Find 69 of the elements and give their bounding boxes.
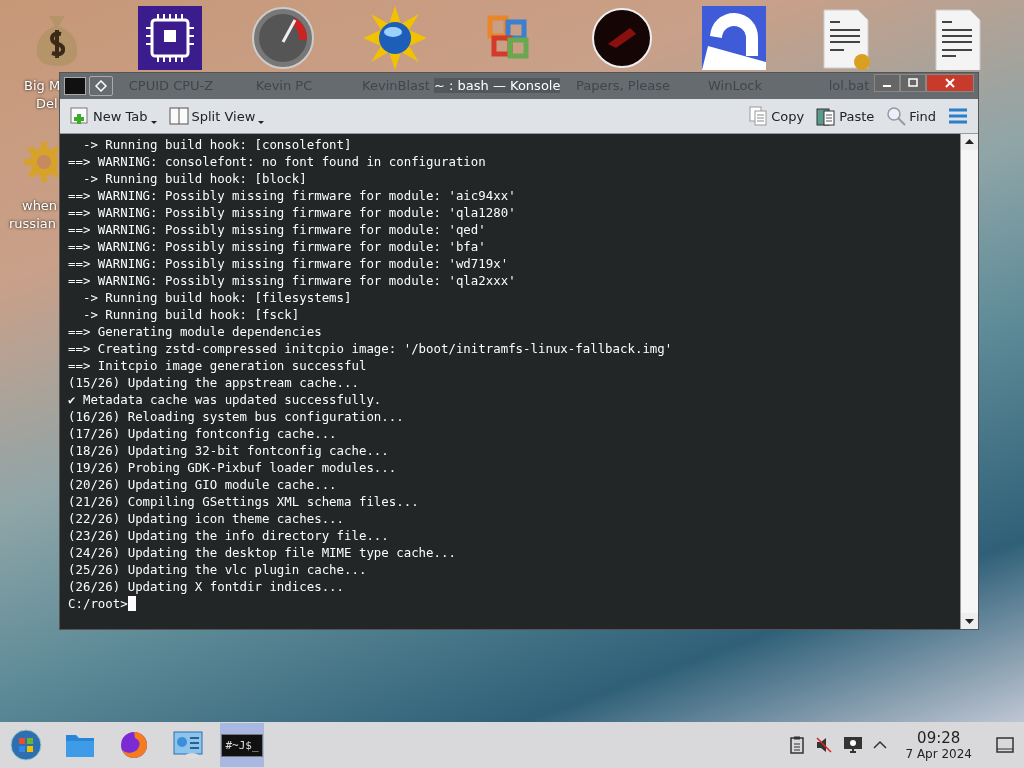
clock[interactable]: 09:28 7 Apr 2024 [905,729,972,761]
folder-icon [65,732,95,758]
terminal-line: -> Running build hook: [fsck] [81,306,301,323]
icon-label: russian [9,216,56,231]
minimize-button[interactable] [874,74,900,92]
monitor-icon[interactable] [843,736,864,754]
terminal-line: -> Running build hook: [filesystems] [81,289,353,306]
terminal-line: (17/26) Updating fontconfig cache... [68,425,338,442]
paste-icon [816,106,837,126]
show-desktop-icon[interactable] [996,737,1014,753]
split-view-icon [168,107,189,125]
terminal-line: ==> WARNING: Possibly missing firmware for module: 'qla1280' [68,204,517,221]
clipboard-icon[interactable] [789,736,806,754]
new-tab-icon [70,107,90,125]
terminal-line: (18/26) Updating 32-bit fontconfig cache... [68,442,390,459]
minimize-icon [883,85,891,87]
toolbar-button[interactable]: Copy [744,104,809,128]
terminal-line: ==> Creating zstd-compressed initcpio image: '/boot/initramfs-linux-fallback.img' [68,340,674,357]
terminal-line: ==> WARNING: consolefont: no font found in configuration [68,153,487,170]
terminal-line: (15/26) Updating the appstream cache... [68,374,360,391]
terminal-line: -> Running build hook: [block] [81,170,308,187]
toolbar-button[interactable]: New Tab [66,105,161,127]
icon-label: Del [36,96,58,111]
icon-label: when [22,198,58,213]
terminal-line: (19/26) Probing GDK-Pixbuf loader modules... [68,459,398,476]
taskbar-item[interactable]: #~J$_ [220,723,264,767]
clock-time: 09:28 [917,729,961,747]
terminal-line: ==> WARNING: Possibly missing firmware for module: 'qla2xxx' [68,272,517,289]
terminal-app-icon[interactable] [64,77,86,95]
chip-icon[interactable] [138,6,202,70]
scrollbar[interactable] [960,134,978,629]
browser-icon [119,730,149,760]
toolbar-button[interactable]: Paste [812,104,879,128]
muted-speaker-icon[interactable] [815,736,834,754]
prompt: C:/root> [68,595,128,612]
close-button[interactable] [926,74,974,92]
chevron-up-icon[interactable] [873,740,888,750]
terminal-line: ==> WARNING: Possibly missing firmware for module: 'bfa' [68,238,487,255]
clock-date: 7 Apr 2024 [905,747,972,761]
search-icon [886,106,907,126]
toolbar-button[interactable]: Find [882,104,940,128]
lock-icon[interactable] [702,6,766,70]
terminal-line: ==> WARNING: Possibly missing firmware for module: 'aic94xx' [68,187,517,204]
terminal-line: ✔ Metadata cache was updated successfully. [68,391,383,408]
copy-icon [748,106,769,126]
terminal-line: (22/26) Updating icon theme caches... [68,510,345,527]
terminal-line: (24/26) Updating the desktop file MIME type cache... [68,544,457,561]
window-title: ~ : bash — Konsole [434,78,561,93]
text-cursor [127,596,136,611]
terminal-line: ==> WARNING: Possibly missing firmware for module: 'wd719x' [68,255,510,272]
terminal-line: (20/26) Updating GIO module cache... [68,476,338,493]
globe-sun-icon[interactable] [363,6,427,70]
icon-label: Big M [24,78,61,93]
close-icon [945,78,955,88]
terminal-line: (25/26) Updating the vlc plugin cache... [68,561,368,578]
maximize-icon [908,78,918,88]
terminal-line: (21/26) Compiling GSettings XML schema files... [68,493,420,510]
emblem-icon[interactable] [590,6,654,70]
terminal-line: ==> Generating module dependencies [68,323,323,340]
start-orb-icon [10,729,42,761]
maximize-button[interactable] [900,74,926,92]
terminal-line: -> Running build hook: [consolefont] [81,136,353,153]
terminal-line: (26/26) Updating X fontdir indices... [68,578,345,595]
gauge-icon[interactable] [251,6,315,70]
terminal-line: (16/26) Reloading system bus configuration... [68,408,405,425]
terminal-line: (23/26) Updating the info directory file... [68,527,390,544]
terminal-line: ==> Initcpio image generation successful [68,357,368,374]
terminal-line: ==> WARNING: Possibly missing firmware for module: 'qed' [68,221,487,238]
toolbar-button[interactable]: Split View [164,105,269,127]
